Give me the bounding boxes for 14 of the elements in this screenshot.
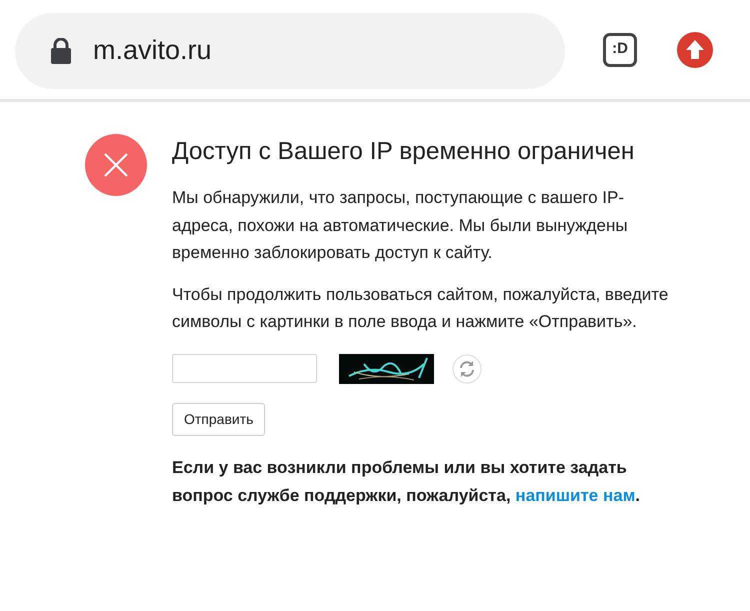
paragraph: Чтобы продолжить пользоваться сайтом, пожалуйста, введите символы с картинки в поле ввода и нажмите «Отправить». (172, 284, 670, 334)
url-text: m.avito.ru (93, 34, 212, 68)
page-title: Доступ с Вашего IP временно ограничен (172, 137, 636, 166)
address-bar[interactable]: m.avito.ru (15, 12, 565, 88)
submit-button[interactable]: Отправить (172, 402, 266, 436)
upload-icon[interactable] (677, 32, 713, 68)
paragraph: Мы обнаружили, что запросы, поступающие с вашего IP-адреса, похожи на автоматические. Мы были вынуждены временно заблокировать доступ к сайту. (172, 187, 629, 264)
refresh-icon[interactable] (452, 354, 482, 384)
error-icon (85, 134, 147, 196)
help-text: Если у вас возникли проблемы или вы хотите задать вопрос службе поддержки, пожалуйста, напишите нам. (172, 456, 642, 507)
captcha-input[interactable] (172, 354, 317, 384)
contact-link[interactable]: напишите нам (515, 486, 636, 505)
lock-icon (51, 38, 71, 64)
extension-button[interactable]: :D (603, 32, 637, 66)
